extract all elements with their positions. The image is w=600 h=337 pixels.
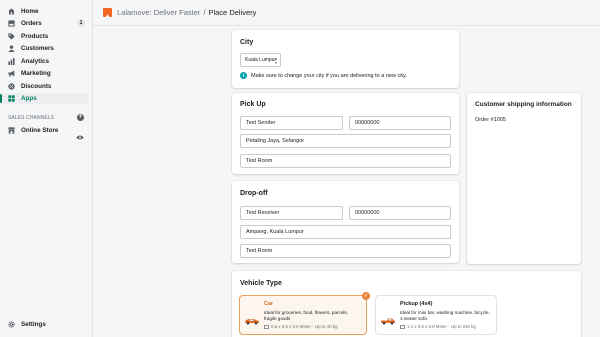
sidebar: Home Orders 1 Products Customers Analyti… [0, 0, 93, 337]
sidebar-item-products[interactable]: Products [2, 31, 88, 42]
city-select[interactable]: Kuala Lumpur ▴ ▾ [240, 53, 281, 67]
pickup-name-field[interactable]: Test Sender [240, 116, 343, 130]
page-title: Place Delivery [208, 8, 257, 17]
gear-icon [8, 321, 15, 328]
sidebar-item-marketing[interactable]: Marketing [2, 68, 88, 79]
sidebar-item-analytics[interactable]: Analytics [2, 56, 88, 67]
vehicle-type-card: Vehicle Type ✓ Car Ideal for groceries, … [232, 271, 581, 337]
checkmark-icon: ✓ [362, 292, 370, 300]
sidebar-item-label: Discounts [21, 83, 52, 90]
dropoff-address-field[interactable]: Ampang, Kuala Lumpur [240, 225, 451, 239]
vehicle-spec: 1.2 x 0.8 x 0.8 Meter · Up to 250 kg [400, 324, 476, 329]
pickup-room-value: Test Room [246, 158, 273, 164]
dropoff-phone-value: 00000000 [355, 210, 380, 216]
pickup-truck-icon [380, 312, 396, 325]
sidebar-item-label: Home [21, 8, 39, 15]
sidebar-item-label: Marketing [21, 70, 51, 77]
sidebar-item-home[interactable]: Home [2, 6, 88, 17]
sidebar-item-label: Online Store [21, 127, 59, 134]
info-icon: i [240, 72, 247, 79]
header-divider [93, 25, 600, 26]
sidebar-item-label: Customers [21, 45, 54, 52]
pickup-phone-field[interactable]: 00000000 [349, 116, 451, 130]
box-icon [400, 324, 405, 329]
dropoff-name-value: Test Receiver [246, 210, 280, 216]
city-info-row: i Make sure to change your city if you a… [240, 72, 407, 79]
pickup-address-field[interactable]: Petaling Jaya, Selangor [240, 134, 451, 148]
lalamove-logo-icon [103, 8, 112, 19]
city-info-text: Make sure to change your city if you are… [251, 72, 407, 79]
vehicle-option-pickup[interactable]: Pickup (4x4) Ideal for mini bar, washing… [375, 295, 497, 335]
vehicle-description: Ideal for mini bar, washing machine, bic… [400, 310, 490, 321]
order-number[interactable]: Order #1005 [475, 117, 506, 123]
page-header: Lalamove: Deliver Faster / Place Deliver… [93, 0, 600, 25]
vehicle-spec-text: 0.5 x 0.5 x 0.5 Meter · Up to 40 kg [271, 324, 338, 329]
sidebar-item-discounts[interactable]: Discounts [2, 81, 88, 92]
city-card: City Kuala Lumpur ▴ ▾ i Make sure to chan… [232, 30, 459, 88]
vehicle-name: Pickup (4x4) [400, 301, 433, 307]
car-icon [244, 312, 260, 325]
sidebar-item-label: Analytics [21, 58, 49, 65]
pickup-phone-value: 00000000 [355, 120, 380, 126]
customer-shipping-card: Customer shipping information Order #100… [467, 93, 581, 264]
breadcrumb-separator: / [203, 8, 206, 17]
dropoff-phone-field[interactable]: 00000000 [349, 206, 451, 220]
vehicle-type-title: Vehicle Type [240, 280, 282, 287]
vehicle-spec: 0.5 x 0.5 x 0.5 Meter · Up to 40 kg [264, 324, 337, 329]
dropoff-card: Drop-off Test Receiver 00000000 Ampang, … [232, 181, 459, 263]
apps-icon [8, 95, 15, 102]
select-chevron-icon: ▴ ▾ [274, 56, 277, 65]
pickup-room-field[interactable]: Test Room [240, 154, 451, 168]
sidebar-item-label: Apps [21, 95, 37, 102]
vehicle-name: Car [264, 301, 274, 307]
pickup-card: Pick Up Test Sender 00000000 Petaling Ja… [232, 93, 459, 174]
sidebar-item-customers[interactable]: Customers [2, 43, 88, 54]
vehicle-description: Ideal for groceries, food, flowers, parc… [264, 310, 349, 321]
sidebar-item-label: Settings [21, 321, 46, 328]
dropoff-name-field[interactable]: Test Receiver [240, 206, 343, 220]
vehicle-spec-text: 1.2 x 0.8 x 0.8 Meter · Up to 250 kg [407, 324, 476, 329]
eye-icon[interactable] [76, 127, 84, 140]
megaphone-icon [8, 70, 15, 77]
sidebar-item-label: Products [21, 33, 49, 40]
home-icon [8, 8, 15, 15]
tag-icon [8, 33, 15, 40]
pickup-name-value: Test Sender [246, 120, 276, 126]
store-icon [8, 127, 15, 134]
dropoff-title: Drop-off [240, 190, 268, 197]
add-sales-channel-icon[interactable]: + [77, 114, 84, 121]
bar-chart-icon [8, 58, 15, 65]
city-select-value: Kuala Lumpur [245, 57, 277, 63]
sales-channels-heading: SALES CHANNELS [8, 115, 55, 121]
sidebar-item-label: Orders [21, 20, 42, 27]
dropoff-room-field[interactable]: Test Room [240, 244, 451, 258]
city-title: City [240, 39, 254, 46]
sidebar-item-orders[interactable]: Orders 1 [2, 18, 88, 29]
customer-shipping-title: Customer shipping information [475, 101, 572, 108]
discount-icon [8, 83, 15, 90]
pickup-address-value: Petaling Jaya, Selangor [246, 138, 305, 144]
vehicle-option-car[interactable]: ✓ Car Ideal for groceries, food, flowers… [239, 292, 370, 335]
dropoff-address-value: Ampang, Kuala Lumpur [246, 229, 304, 235]
breadcrumb-app[interactable]: Lalamove: Deliver Faster [117, 8, 200, 17]
dropoff-room-value: Test Room [246, 248, 273, 254]
orders-count-badge: 1 [77, 19, 85, 27]
sidebar-item-settings[interactable]: Settings [2, 319, 88, 330]
sidebar-item-apps[interactable]: Apps [0, 93, 88, 104]
person-icon [8, 45, 15, 52]
orders-icon [8, 20, 15, 27]
pickup-title: Pick Up [240, 101, 266, 108]
box-icon [264, 324, 269, 329]
